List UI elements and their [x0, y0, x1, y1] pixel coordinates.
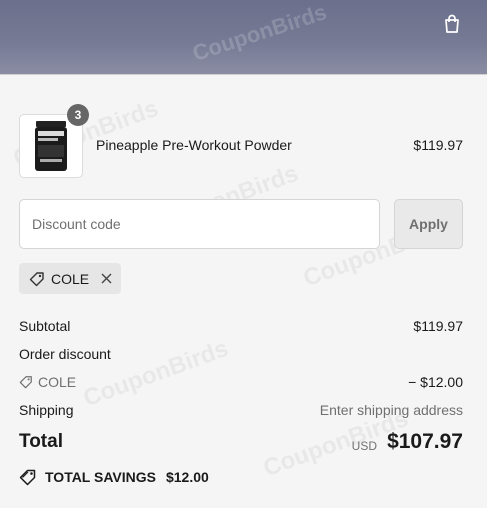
discount-code-row: COLE − $12.00	[19, 374, 463, 390]
subtotal-row: Subtotal $119.97	[19, 318, 463, 334]
savings-tag-icon	[19, 469, 36, 486]
total-savings: TOTAL SAVINGS $12.00	[19, 468, 209, 486]
order-discount-label: Order discount	[19, 346, 111, 362]
store-header: CouponBirds	[0, 0, 487, 75]
close-icon[interactable]	[101, 273, 112, 284]
applied-discount-tag: COLE	[19, 263, 121, 294]
savings-label: TOTAL SAVINGS	[45, 469, 156, 485]
watermark: CouponBirds	[189, 0, 330, 66]
discount-value: − $12.00	[408, 374, 463, 390]
apply-button[interactable]: Apply	[394, 199, 463, 249]
discount-code-label: COLE	[38, 374, 77, 390]
shipping-row: Shipping Enter shipping address	[19, 402, 463, 418]
shipping-value: Enter shipping address	[319, 402, 463, 418]
tag-icon	[19, 376, 32, 389]
discount-code-input[interactable]	[19, 199, 380, 249]
subtotal-label: Subtotal	[19, 318, 71, 334]
total-label: Total	[19, 431, 63, 452]
shipping-label: Shipping	[19, 402, 74, 418]
subtotal-value: $119.97	[413, 318, 463, 334]
applied-code-label: COLE	[51, 270, 90, 287]
tag-icon	[29, 271, 44, 286]
savings-amount: $12.00	[165, 469, 209, 485]
shopping-bag-icon[interactable]	[441, 13, 463, 35]
quantity-badge: 3	[67, 104, 89, 126]
product-name: Pineapple Pre-Workout Powder	[96, 137, 292, 153]
cart-line-item: 3 Pineapple Pre-Workout Powder $119.97	[19, 104, 463, 178]
order-discount-row: Order discount	[19, 346, 463, 362]
currency-code: USD	[351, 439, 377, 453]
total-value: $107.97	[387, 430, 463, 453]
product-price: $119.97	[413, 137, 463, 153]
